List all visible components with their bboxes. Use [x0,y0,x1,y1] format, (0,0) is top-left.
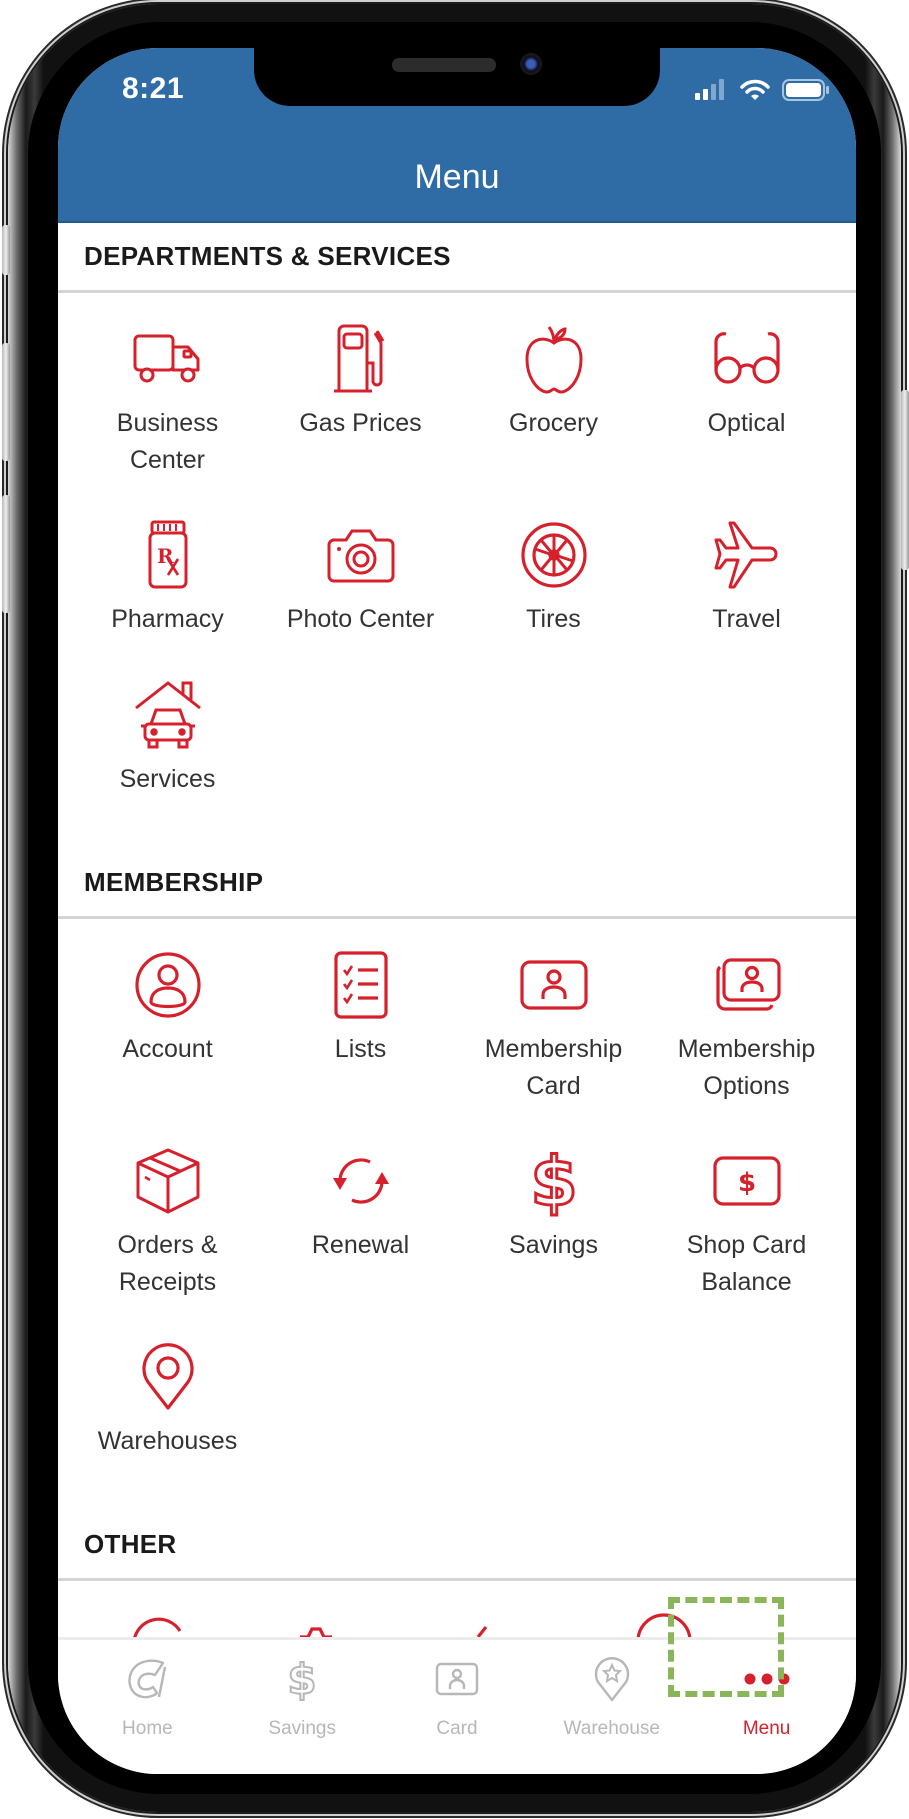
menu-item-label: Optical [707,409,786,437]
user-circle-icon [130,947,206,1023]
side-button-power [901,390,909,570]
menu-item-label: Membership Card [484,1035,623,1100]
home-logo-icon [125,1654,169,1704]
menu-item-membership-card[interactable]: Membership Card [457,947,650,1143]
tab-label: Card [436,1718,478,1739]
id-cards-stack-icon [709,947,785,1023]
menu-item-label: Account [122,1035,213,1063]
tab-card[interactable]: Card [380,1640,535,1774]
phone-screen: 8:21 Menu DEPARTMENTS & SERVICES Busines… [58,48,856,1774]
app-header: 8:21 Menu [58,48,856,223]
menu-item-label: Gas Prices [299,409,422,437]
menu-item-label: Renewal [311,1231,410,1259]
menu-item-gas-prices[interactable]: Gas Prices [264,321,457,517]
airplane-icon [709,517,785,593]
highlight-box [668,1597,784,1697]
menu-item-label: Photo Center [286,605,435,633]
dollar-icon: $ [516,1143,592,1219]
section-header-membership: MEMBERSHIP [58,849,856,919]
tab-savings[interactable]: $ Savings [225,1640,380,1774]
menu-item-label: Warehouses [97,1427,238,1455]
camera-icon [323,517,399,593]
side-button-silent [2,225,10,275]
status-time: 8:21 [122,72,185,105]
svg-text:$: $ [288,1656,317,1702]
side-button-volume-down [2,495,10,613]
menu-item-savings[interactable]: $ Savings [457,1143,650,1339]
menu-item-renewal[interactable]: Renewal [264,1143,457,1339]
menu-item-label: Grocery [509,409,598,437]
cellular-signal-icon [694,79,728,101]
dollar-card-icon: $ [709,1143,785,1219]
menu-item-pharmacy[interactable]: R Pharmacy [71,517,264,677]
tab-label: Home [122,1718,173,1739]
tab-home[interactable]: Home [70,1640,225,1774]
menu-item-label: Shop Card Balance [686,1231,807,1296]
menu-item-orders-receipts[interactable]: Orders & Receipts [71,1143,264,1339]
truck-icon [130,321,206,397]
page-title: Menu [414,158,500,196]
tab-label: Savings [268,1718,336,1739]
status-icons [694,78,830,102]
notch [254,48,660,106]
section-header-departments: DEPARTMENTS & SERVICES [58,223,856,293]
apple-icon [516,321,592,397]
tire-icon [516,517,592,593]
map-pin-icon [130,1339,206,1415]
menu-item-travel[interactable]: Travel [650,517,843,677]
menu-item-grocery[interactable]: Grocery [457,321,650,517]
tab-label: Warehouse [563,1718,661,1739]
map-pin-star-icon [594,1654,630,1704]
menu-item-lists[interactable]: Lists [264,947,457,1143]
menu-item-tires[interactable]: Tires [457,517,650,677]
side-button-volume-up [2,343,10,461]
menu-item-label: Business Center [116,409,219,474]
membership-grid: Account Lists Membership Card Membership… [58,919,856,1511]
menu-item-label: Pharmacy [111,605,224,633]
menu-item-services[interactable]: Services [71,677,264,849]
menu-item-business-center[interactable]: Business Center [71,321,264,517]
wifi-icon [740,79,770,101]
svg-text:$: $ [530,1145,577,1217]
menu-item-label: Membership Options [677,1035,816,1100]
speaker-grille [392,58,496,72]
menu-item-label: Tires [526,605,581,633]
battery-icon [782,78,830,102]
house-car-icon [130,677,206,753]
departments-grid: Business Center Gas Prices Grocery Optic… [58,293,856,849]
menu-item-label: Travel [712,605,781,633]
front-camera [520,53,542,75]
menu-content[interactable]: DEPARTMENTS & SERVICES Business Center G… [58,223,856,1641]
menu-item-warehouses[interactable]: Warehouses [71,1339,264,1511]
glasses-icon [709,321,785,397]
gas-pump-icon [323,321,399,397]
menu-item-label: Lists [334,1035,387,1063]
rx-bottle-icon: R [130,517,206,593]
refresh-icon [323,1143,399,1219]
dollar-icon: $ [286,1654,318,1704]
menu-item-optical[interactable]: Optical [650,321,843,517]
menu-item-account[interactable]: Account [71,947,264,1143]
tab-label: Menu [742,1718,791,1739]
menu-item-label: Services [119,765,216,793]
menu-item-label: Savings [509,1231,598,1259]
id-card-icon [516,947,592,1023]
section-header-other: OTHER [58,1511,856,1581]
menu-item-label: Orders & Receipts [117,1231,218,1296]
box-icon [130,1143,206,1219]
checklist-icon [323,947,399,1023]
menu-item-shop-card-balance[interactable]: $ Shop Card Balance [650,1143,843,1339]
id-card-icon [435,1654,479,1704]
menu-item-membership-options[interactable]: Membership Options [650,947,843,1143]
tab-warehouse[interactable]: Warehouse [534,1640,689,1774]
svg-text:$: $ [737,1168,755,1198]
menu-item-photo-center[interactable]: Photo Center [264,517,457,677]
